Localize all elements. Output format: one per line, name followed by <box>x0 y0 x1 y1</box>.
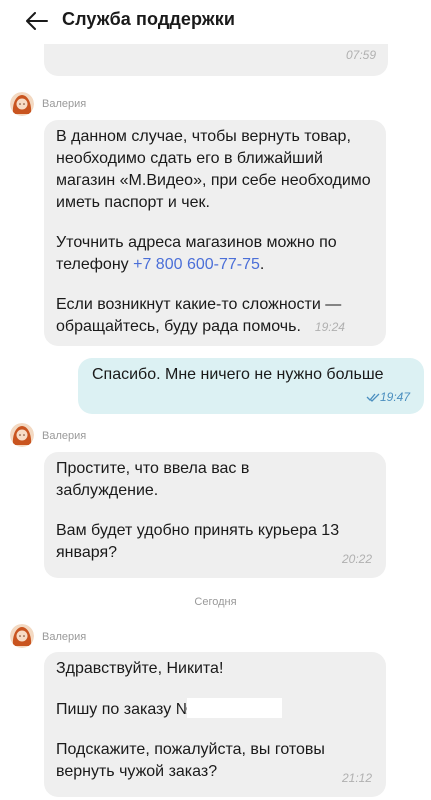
message-time: 21:12 <box>341 771 372 785</box>
message-time: 07:59 <box>345 48 376 62</box>
double-check-icon <box>366 393 380 402</box>
sender-name: Валерия <box>42 631 87 643</box>
message-text: Спасибо. Мне ничего не нужно больше <box>92 366 384 383</box>
message-time-row: 19:47 <box>92 386 410 408</box>
message-text: Здравствуйте, Никита! <box>56 660 224 677</box>
message-text: Подскажите, пожалуйста, вы готовы вернут… <box>56 739 372 785</box>
message-text: Пишу по заказу № <box>56 698 372 721</box>
message-time: 19:24 <box>314 320 345 334</box>
chat-header: Служба поддержки <box>0 0 431 44</box>
message-bubble: Здравствуйте, Никита! Пишу по заказу № П… <box>44 652 386 797</box>
back-button[interactable] <box>22 8 52 34</box>
message-bubble: Простите, что ввела вас в заблуждение. В… <box>44 452 386 578</box>
message-text: Простите, что ввела вас в заблуждение. <box>56 460 250 499</box>
avatar <box>10 423 34 447</box>
date-separator: Сегодня <box>194 596 237 608</box>
redacted-order-number <box>186 698 282 718</box>
message-bubble: В данном случае, чтобы вернуть товар, не… <box>44 120 386 346</box>
avatar <box>10 92 34 116</box>
avatar <box>10 624 34 648</box>
message-text: Уточнить адреса магазинов можно по телеф… <box>56 234 337 273</box>
outgoing-message-bubble: Спасибо. Мне ничего не нужно больше 19:4… <box>78 358 424 414</box>
page-title: Служба поддержки <box>62 9 236 29</box>
message-text: Вам будет удобно принять курьера 13 янва… <box>56 520 372 566</box>
message-time: 20:22 <box>341 552 372 566</box>
sender-name: Валерия <box>42 98 87 110</box>
message-text: Если возникнут какие-то сложности — обра… <box>56 296 345 335</box>
sender-name: Валерия <box>42 430 87 442</box>
arrow-left-icon <box>26 12 48 30</box>
message-text: В данном случае, чтобы вернуть товар, не… <box>56 128 371 211</box>
phone-link[interactable]: +7 800 600-77-75 <box>133 256 260 273</box>
